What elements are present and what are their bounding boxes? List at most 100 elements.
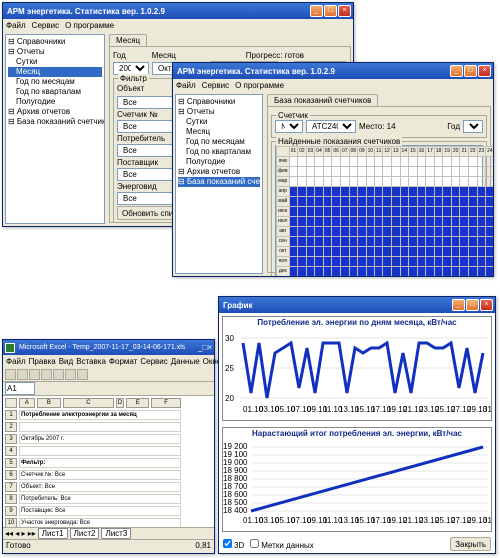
close-button[interactable]: × [480, 299, 493, 311]
tree-item[interactable]: Месяц [178, 127, 260, 137]
svg-text:18 400: 18 400 [223, 506, 248, 515]
copy-icon[interactable] [65, 369, 76, 380]
menu-item[interactable]: Вставка [76, 357, 106, 366]
close-button[interactable]: × [338, 5, 351, 17]
menu-item[interactable]: Сервис [140, 357, 167, 366]
window-title: График [221, 301, 451, 310]
chart-svg: 30 25 20 01.1003.1005.1007.1009.1011.101… [223, 328, 491, 414]
filter-label: Фильтр: [19, 458, 181, 468]
maximize-button[interactable]: □ [464, 65, 477, 77]
titlebar[interactable]: Microsoft Excel - Temp_2007-11-17_03-14-… [3, 340, 214, 355]
tree-item[interactable]: Год по месяцам [178, 137, 260, 147]
tab-base[interactable]: База показаний счетчиков [267, 94, 378, 106]
svg-text:20: 20 [225, 394, 234, 403]
menu-item[interactable]: Файл [6, 357, 26, 366]
tree-item[interactable]: Год по кварталам [8, 87, 102, 97]
checkbox-3d[interactable]: 3D [223, 539, 244, 550]
label-object: Объект [117, 84, 167, 93]
paste-icon[interactable] [77, 369, 88, 380]
tree-item[interactable]: ⊟ Архив отчетов [8, 107, 102, 117]
menu-bar[interactable]: ФайлПравкаВидВставкаФорматСервисДанныеОк… [3, 355, 214, 368]
close-button[interactable]: × [478, 65, 491, 77]
filter-legend: Фильтр [118, 74, 149, 83]
maximize-button[interactable]: □ [324, 5, 337, 17]
tree-item[interactable]: ⊟ Справочники [8, 37, 102, 47]
tree-item[interactable]: ⊟ Отчеты [178, 107, 260, 117]
sheet-tab[interactable]: Лист1 [38, 528, 68, 539]
menu-bar[interactable]: Файл Сервис О программе [173, 79, 493, 92]
menu-file[interactable]: Файл [176, 81, 196, 90]
menu-item[interactable]: Правка [29, 357, 56, 366]
tree-item[interactable]: Месяц [8, 67, 102, 77]
label-month: Месяц [152, 51, 176, 60]
titlebar[interactable]: АРМ энергетика. Статистика вер. 1.0.2.9 … [173, 63, 493, 79]
year-select[interactable]: 2007 [113, 62, 149, 75]
new-icon[interactable] [5, 369, 16, 380]
titlebar[interactable]: График _ □ × [219, 297, 495, 313]
close-button[interactable]: × [207, 343, 212, 352]
print-icon[interactable] [41, 369, 52, 380]
tree-item[interactable]: Год по месяцам [8, 77, 102, 87]
maximize-button[interactable]: □ [466, 299, 479, 311]
tree-item[interactable]: Год по кварталам [178, 147, 260, 157]
minimize-button[interactable]: _ [452, 299, 465, 311]
tree-item[interactable]: ⊟ Архив отчетов [178, 167, 260, 177]
sheet-heading: Потребление электроэнергии за месяц [19, 410, 181, 420]
chart-title: Нарастающий итог потребления эл. энергии… [223, 428, 491, 439]
nav-tree[interactable]: ⊟ Справочники⊟ ОтчетыСуткиМесяцГод по ме… [5, 34, 105, 224]
checkbox-marks[interactable]: Метки данных [250, 539, 314, 550]
menu-item[interactable]: Вид [59, 357, 73, 366]
tree-item[interactable]: ⊟ База показаний счетчиков [178, 177, 260, 187]
tree-item[interactable]: Полугодие [178, 157, 260, 167]
menu-item[interactable]: Данные [171, 357, 200, 366]
label-supplier: Поставщик [117, 158, 158, 167]
chart-svg: 19 20019 10019 00018 90018 80018 70018 6… [223, 439, 491, 525]
nav-tree[interactable]: ⊟ Справочники⊟ ОтчетыСуткиМесяцГод по ме… [175, 94, 263, 274]
sheet-tab[interactable]: Лист2 [70, 528, 100, 539]
menu-service[interactable]: Сервис [202, 81, 229, 90]
chart-daily: Потребление эл. энергии по дням месяца, … [222, 316, 492, 421]
spreadsheet[interactable]: ABCDEF 1Потребление электроэнергии за ме… [3, 396, 214, 527]
counter-legend: Счетчик [276, 111, 310, 120]
found-legend: Найденные показания счетчиков [276, 137, 402, 146]
chart-title: Потребление эл. энергии по дням месяца, … [223, 317, 491, 328]
window-excel: Microsoft Excel - Temp_2007-11-17_03-14-… [2, 339, 215, 554]
toolbar[interactable] [3, 368, 214, 382]
label-mesto: Место: 14 [359, 122, 396, 131]
counter-name-select[interactable]: АТС240 [306, 120, 356, 133]
tree-item[interactable]: ⊟ База показаний счетчиков [8, 117, 102, 127]
cut-icon[interactable] [53, 369, 64, 380]
menu-about[interactable]: О программе [65, 21, 114, 30]
excel-icon [5, 343, 15, 353]
tab-month[interactable]: Месяц [109, 34, 147, 46]
tree-item[interactable]: ⊟ Отчеты [8, 47, 102, 57]
svg-text:25: 25 [225, 364, 234, 373]
minimize-button[interactable]: _ [450, 65, 463, 77]
save-icon[interactable] [29, 369, 40, 380]
sheet-tab[interactable]: Лист3 [101, 528, 131, 539]
formula-bar[interactable] [3, 382, 214, 396]
label-energy: Энерговид [117, 182, 157, 191]
menu-item[interactable]: Формат [109, 357, 137, 366]
menu-bar[interactable]: Файл Сервис О программе [3, 19, 353, 32]
menu-file[interactable]: Файл [6, 21, 26, 30]
label-year: Год [113, 51, 126, 60]
open-icon[interactable] [17, 369, 28, 380]
close-button[interactable]: Закрыть [450, 537, 491, 551]
year-select[interactable] [463, 120, 483, 133]
readings-grid[interactable]: 0102030405060708091011121314151617181920… [275, 145, 483, 276]
sheet-tabs[interactable]: ◂◂ ◂ ▸ ▸▸ Лист1 Лист2 Лист3 [3, 527, 214, 539]
counter-no-select[interactable]: №1 [275, 120, 303, 133]
cell-ref[interactable] [5, 382, 35, 395]
menu-service[interactable]: Сервис [32, 21, 59, 30]
tree-item[interactable]: ⊟ Справочники [178, 97, 260, 107]
titlebar[interactable]: АРМ энергетика. Статистика вер. 1.0.2.9 … [3, 3, 353, 19]
tree-item[interactable]: Полугодие [8, 97, 102, 107]
window-title: АРМ энергетика. Статистика вер. 1.0.2.9 [5, 7, 309, 16]
menu-about[interactable]: О программе [235, 81, 284, 90]
label-progress: Прогресс: готов [246, 51, 304, 60]
minimize-button[interactable]: _ [310, 5, 323, 17]
tree-item[interactable]: Сутки [178, 117, 260, 127]
tree-item[interactable]: Сутки [8, 57, 102, 67]
svg-text:31.10: 31.10 [483, 516, 491, 525]
